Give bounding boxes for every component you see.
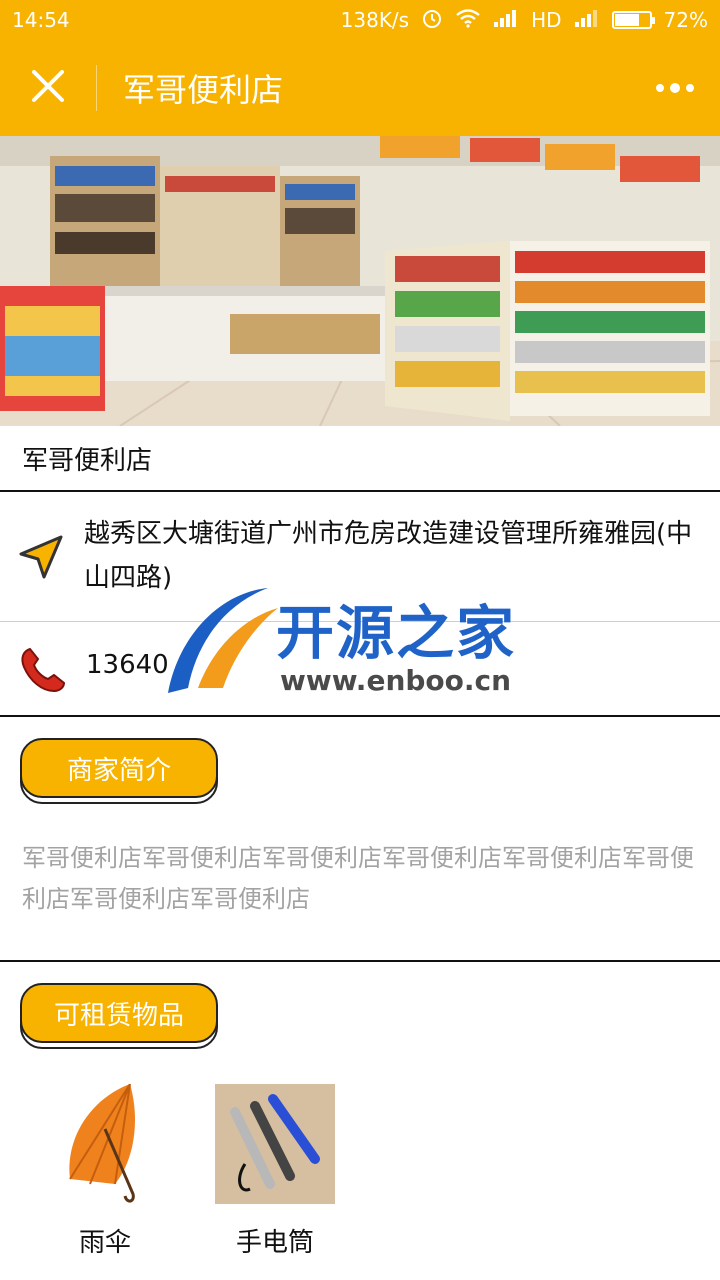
section-divider (0, 960, 720, 962)
more-icon (655, 79, 695, 98)
rental-item-umbrella[interactable]: 雨伞 (40, 1083, 170, 1259)
watermark: 开源之家 www.enboo.cn (158, 578, 568, 703)
rental-tab-label: 可租赁物品 (20, 983, 218, 1043)
rental-item-label: 雨伞 (78, 1228, 131, 1258)
battery-fill (614, 14, 640, 26)
close-button[interactable] (0, 40, 96, 136)
intro-text: 军哥便利店军哥便利店军哥便利店军哥便利店军哥便利店军哥便利店军哥便利店军哥便利店 (22, 844, 694, 913)
rental-item-label: 手电筒 (235, 1228, 314, 1258)
close-icon (31, 69, 65, 107)
battery-percent: 72% (663, 8, 708, 32)
nav-separator (96, 65, 97, 111)
rental-item-flashlight[interactable]: 手电筒 (210, 1084, 340, 1259)
status-time: 14:54 (12, 8, 70, 32)
page-title: 军哥便利店 (123, 71, 284, 109)
network-type: HD (531, 8, 562, 32)
shop-phone[interactable]: 13640 (86, 650, 169, 680)
more-button[interactable] (630, 40, 720, 136)
status-bar: 14:54 138K/s HD 72% (0, 0, 720, 40)
watermark-title: 开源之家 (276, 599, 517, 667)
store-photo (0, 136, 720, 426)
intro-tab[interactable]: 商家简介 (20, 738, 218, 804)
flashlight-icon (215, 1084, 335, 1204)
rental-tab[interactable]: 可租赁物品 (20, 983, 218, 1049)
battery-icon (611, 11, 655, 29)
navigation-icon[interactable] (18, 534, 64, 584)
intro-tab-label: 商家简介 (20, 738, 218, 798)
shop-name: 军哥便利店 (0, 426, 720, 492)
network-speed: 138K/s (340, 8, 410, 32)
signal-icon-2 (574, 8, 600, 32)
watermark-url: www.enboo.cn (280, 664, 512, 697)
wifi-icon (455, 8, 481, 33)
nav-bar: 军哥便利店 (0, 40, 720, 136)
alarm-icon (421, 7, 443, 34)
phone-icon[interactable] (18, 645, 68, 699)
signal-icon (493, 8, 519, 32)
umbrella-icon (45, 1083, 165, 1204)
